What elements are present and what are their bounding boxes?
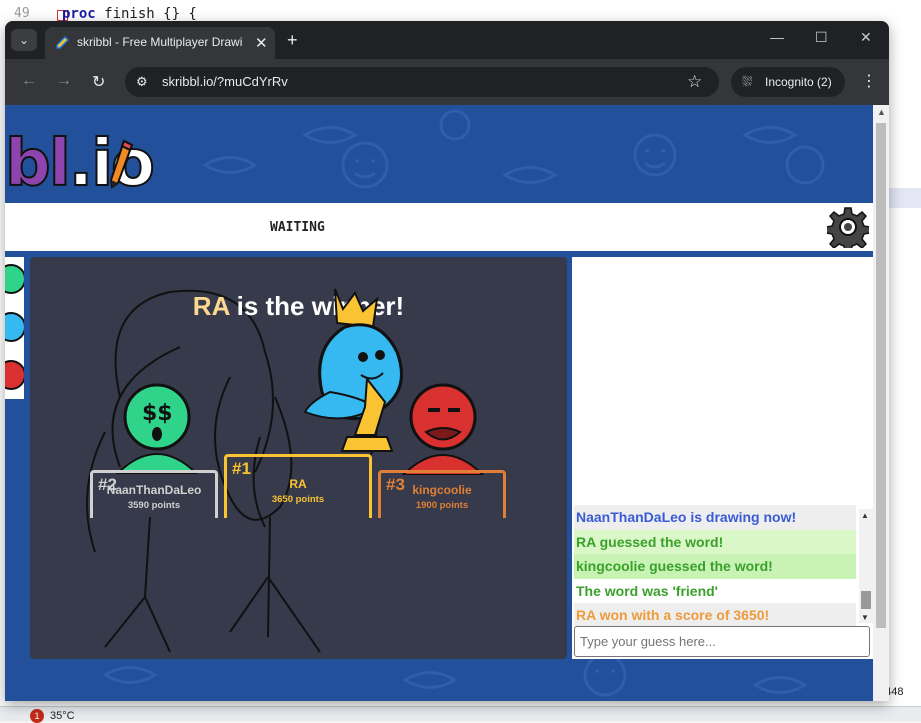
podium-points: 1900 points (415, 500, 469, 511)
site-settings-icon[interactable]: ⚙ (136, 74, 148, 90)
player-list (5, 257, 24, 399)
browser-menu-icon[interactable]: ⋮ (861, 71, 877, 91)
url-text[interactable]: skribbl.io/?muCdYrRv (162, 74, 288, 89)
chat-message: The word was 'friend' (574, 578, 856, 603)
back-arrow-icon[interactable]: ← (21, 72, 37, 90)
new-tab-icon[interactable]: + (287, 30, 298, 51)
browser-toolbar: ← → ↻ ⚙ skribbl.io/?muCdYrRv ☆ ⛆ Incogni… (5, 59, 889, 105)
chat-scrollbar[interactable]: ▲ ▼ (859, 509, 873, 623)
tab-search-icon[interactable]: ⌄ (11, 29, 37, 51)
chat-message: kingcoolie guessed the word! (574, 554, 856, 579)
window-close-icon[interactable]: ✕ (860, 29, 872, 46)
incognito-indicator[interactable]: ⛆ Incognito (2) (731, 67, 845, 97)
code-keyword: proc (62, 6, 96, 22)
editor-line: 49 proc finish {} { (0, 0, 921, 22)
tab-close-icon[interactable]: ✕ (255, 34, 268, 52)
incognito-label: Incognito (2) (765, 75, 832, 89)
page-scrollbar[interactable]: ▲ (873, 105, 889, 701)
drawing-canvas[interactable]: RA is the winner! $$ #2 NaanThanDaLeo 35… (30, 257, 567, 659)
tab-strip: ⌄ skribbl - Free Multiplayer Drawi ✕ + —… (5, 21, 889, 59)
address-bar[interactable]: ⚙ skribbl.io/?muCdYrRv ☆ (125, 67, 719, 97)
guess-input[interactable] (574, 626, 870, 657)
page-viewport: bl.io WAITING RA is the winner! $$ #2 Na… (5, 105, 889, 701)
minimize-icon[interactable]: — (770, 29, 784, 45)
scroll-up-icon[interactable]: ▲ (861, 511, 869, 520)
taskbar: 1 35°C (0, 706, 921, 723)
line-number: 49 (14, 6, 30, 21)
podium-player-name: NaanThanDaLeo (106, 483, 202, 497)
tab-title: skribbl - Free Multiplayer Drawi (77, 35, 243, 49)
avatar-third-place (401, 383, 485, 475)
page-scroll-thumb[interactable] (876, 123, 886, 628)
forward-arrow-icon[interactable]: → (56, 72, 72, 90)
pencil-icon (109, 139, 134, 189)
winner-name: RA (192, 291, 230, 321)
chat-panel: NaanThanDaLeo is drawing now! RA guessed … (572, 257, 873, 659)
podium-first: #1 RA 3650 points (224, 454, 372, 518)
podium-player-name: kingcoolie (412, 483, 472, 497)
chat-message: RA won with a score of 3650! (574, 603, 856, 628)
podium-second: #2 NaanThanDaLeo 3590 points (90, 470, 218, 518)
browser-window: ⌄ skribbl - Free Multiplayer Drawi ✕ + —… (5, 21, 889, 701)
settings-gear-icon[interactable] (827, 206, 869, 248)
code-rest: finish {} { (95, 6, 197, 22)
editor-highlight (889, 188, 921, 208)
incognito-icon: ⛆ (742, 74, 753, 89)
podium-points: 3590 points (127, 500, 181, 511)
chat-scroll-thumb[interactable] (861, 591, 871, 609)
podium-rank: #1 (232, 459, 251, 478)
chat-message: NaanThanDaLeo is drawing now! (574, 505, 856, 530)
logo-text-a: bl (5, 126, 72, 202)
svg-text:$$: $$ (142, 401, 173, 426)
browser-tab[interactable]: skribbl - Free Multiplayer Drawi ✕ (45, 27, 275, 59)
weather-temperature[interactable]: 35°C (50, 710, 75, 722)
bookmark-star-icon[interactable]: ☆ (687, 72, 702, 92)
player-avatars (5, 264, 24, 390)
maximize-icon[interactable]: ☐ (815, 29, 828, 46)
game-status: WAITING (270, 220, 325, 235)
podium-player-name: RA (289, 477, 307, 491)
podium-third: #3 kingcoolie 1900 points (378, 470, 506, 518)
avatar-second-place: $$ (115, 383, 199, 474)
podium-points: 3650 points (271, 494, 325, 505)
chat-message: RA guessed the word! (574, 529, 856, 554)
skribbl-favicon-icon (56, 36, 69, 49)
code-text: proc finish {} { (62, 6, 197, 22)
scroll-down-icon[interactable]: ▼ (861, 613, 869, 622)
game-top-bar: WAITING (5, 203, 873, 251)
chat-messages[interactable]: NaanThanDaLeo is drawing now! RA guessed … (574, 505, 856, 628)
page-scroll-up-icon[interactable]: ▲ (877, 107, 886, 117)
reload-icon[interactable]: ↻ (92, 72, 105, 92)
